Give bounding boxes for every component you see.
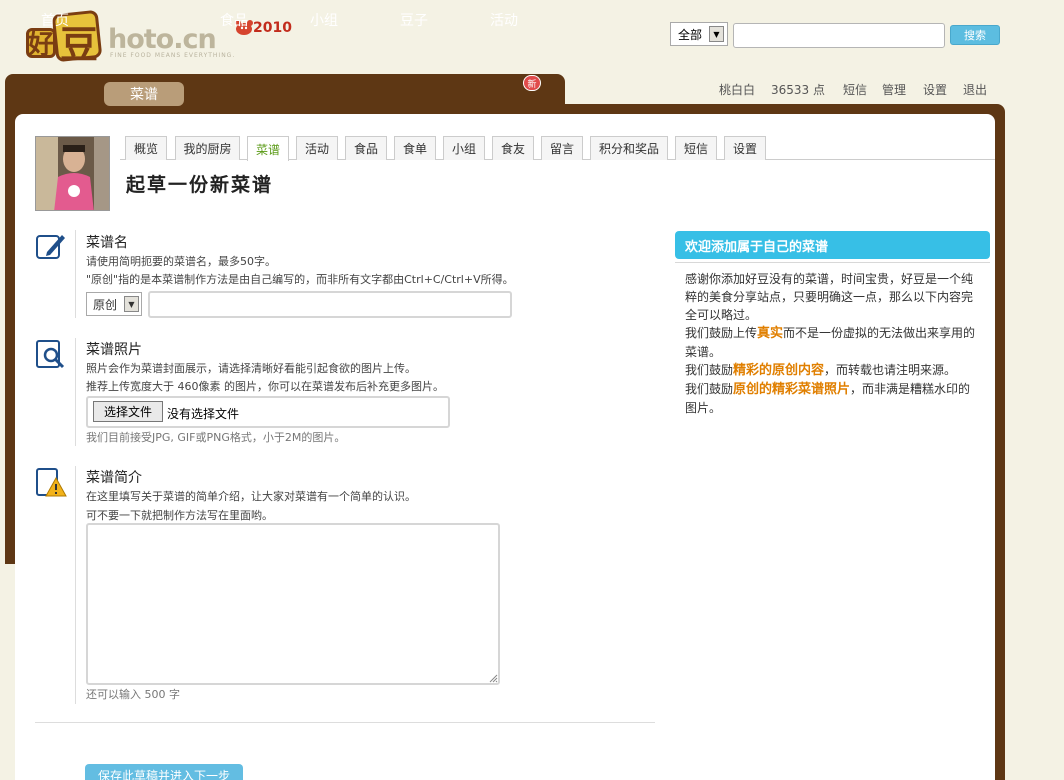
search-scope-value: 全部 [678,27,703,42]
tab-food[interactable]: 食品 [345,136,387,160]
chevron-down-icon: ▼ [124,296,139,312]
photo-formats-note: 我们目前接受JPG, GIF或PNG格式，小于2M的图片。 [86,431,346,444]
user-points: 36533 点 [771,83,825,97]
photo-hint-2: 推荐上传宽度大于 460像素 的图片，你可以在菜谱发布后补充更多图片。 [86,380,444,393]
chevron-down-icon: ▼ [709,26,724,42]
tab-recipes[interactable]: 菜谱 [247,136,289,161]
nav-food[interactable]: 食品 [219,8,249,32]
panel-highlight: 原创的精彩菜谱照片 [733,382,851,397]
resize-grip-icon[interactable] [488,673,498,683]
tab-sms[interactable]: 短信 [675,136,717,160]
tab-my-kitchen[interactable]: 我的厨房 [175,136,240,160]
nav-groups[interactable]: 小组 [309,8,339,32]
logo-text: hoto.cn [108,24,217,55]
tab-events[interactable]: 活动 [296,136,338,160]
panel-text: 我们鼓励上传 [685,326,758,340]
form-divider [35,722,655,723]
tab-points-prizes[interactable]: 积分和奖品 [590,136,668,160]
user-settings-link[interactable]: 设置 [923,81,947,98]
panel-text: 我们鼓励 [685,363,734,377]
panel-text: ，而转载也请注明来源。 [824,363,957,377]
logo-tagline: FINE FOOD MEANS EVERYTHING. [110,52,236,59]
avatar[interactable] [35,136,110,211]
panel-body: 感谢你添加好豆没有的菜谱，时间宝贵，好豆是一个纯粹的美食分享站点，只要明确这一点… [685,270,977,417]
user-logout-link[interactable]: 退出 [963,81,987,98]
search-button[interactable]: 搜索 [950,25,1000,45]
panel-highlight: 精彩的原创内容 [733,363,825,378]
new-badge: 新 [523,75,541,91]
tab-messages[interactable]: 留言 [541,136,583,160]
section-divider [75,466,76,704]
search-scope-select[interactable]: 全部 ▼ [670,22,728,46]
photo-search-icon [36,340,65,369]
intro-section-title: 菜谱简介 [86,470,142,486]
file-status: 没有选择文件 [167,407,240,421]
recipe-intro-textarea[interactable] [86,523,500,685]
tab-friends[interactable]: 食友 [492,136,534,160]
panel-paragraph-3: 我们鼓励精彩的原创内容，而转载也请注明来源。 [685,361,977,380]
nav-recipes[interactable]: 菜谱 [104,82,184,106]
choose-file-button[interactable]: 选择文件 [93,401,163,422]
search-input[interactable] [733,23,945,48]
frame-cut [5,564,15,780]
panel-text: 我们鼓励 [685,382,734,396]
intro-hint-1: 在这里填写关于菜谱的简单介绍，让大家对菜谱有一个简单的认识。 [86,490,416,503]
nav-events[interactable]: 活动 [489,8,519,32]
name-section-title: 菜谱名 [86,235,128,251]
page-title: 起草一份新菜谱 [126,174,274,196]
recipe-type-select[interactable]: 原创 ▼ [86,292,142,316]
user-admin-link[interactable]: 管理 [882,81,906,98]
section-divider [75,230,76,318]
photo-hint-1: 照片会作为菜谱封面展示，请选择清晰好看能引起食欲的图片上传。 [86,362,416,375]
save-draft-button[interactable]: 保存此草稿并进入下一步 [85,764,243,780]
panel-title: 欢迎添加属于自己的菜谱 [675,231,990,259]
section-divider [75,338,76,446]
nav-beans[interactable]: 豆子 [399,8,429,32]
tab-overview[interactable]: 概览 [125,136,167,160]
recipe-name-input[interactable] [148,291,512,318]
tab-food-lists[interactable]: 食单 [394,136,436,160]
char-remaining: 还可以输入 500 字 [86,688,180,701]
panel-paragraph-2: 我们鼓励上传真实而不是一份虚拟的无法做出来享用的菜谱。 [685,324,977,361]
name-hint-2: "原创"指的是本菜谱制作方法是由自己编写的，而非所有文字都由Ctrl+C/Ctr… [86,273,514,286]
warning-icon [36,468,67,497]
panel-highlight: 真实 [757,326,784,341]
photo-section-title: 菜谱照片 [86,342,142,358]
recipe-type-value: 原创 [93,297,118,312]
panel-divider [675,262,990,263]
avatar-image [36,137,109,210]
panel-paragraph-1: 感谢你添加好豆没有的菜谱，时间宝贵，好豆是一个纯粹的美食分享站点，只要明确这一点… [685,272,974,322]
user-messages-link[interactable]: 短信 [843,81,867,98]
user-name-link[interactable]: 桃白白 [719,81,755,98]
panel-paragraph-4: 我们鼓励原创的精彩菜谱照片，而非满是糟糕水印的图片。 [685,380,977,417]
tab-settings[interactable]: 设置 [724,136,766,160]
name-hint-1: 请使用简明扼要的菜谱名，最多50字。 [86,255,276,268]
tab-groups[interactable]: 小组 [443,136,485,160]
main-nav [5,74,565,110]
nav-home[interactable]: 首页 [40,8,70,32]
edit-icon [36,235,65,259]
logo-year: 2010 [253,20,292,36]
